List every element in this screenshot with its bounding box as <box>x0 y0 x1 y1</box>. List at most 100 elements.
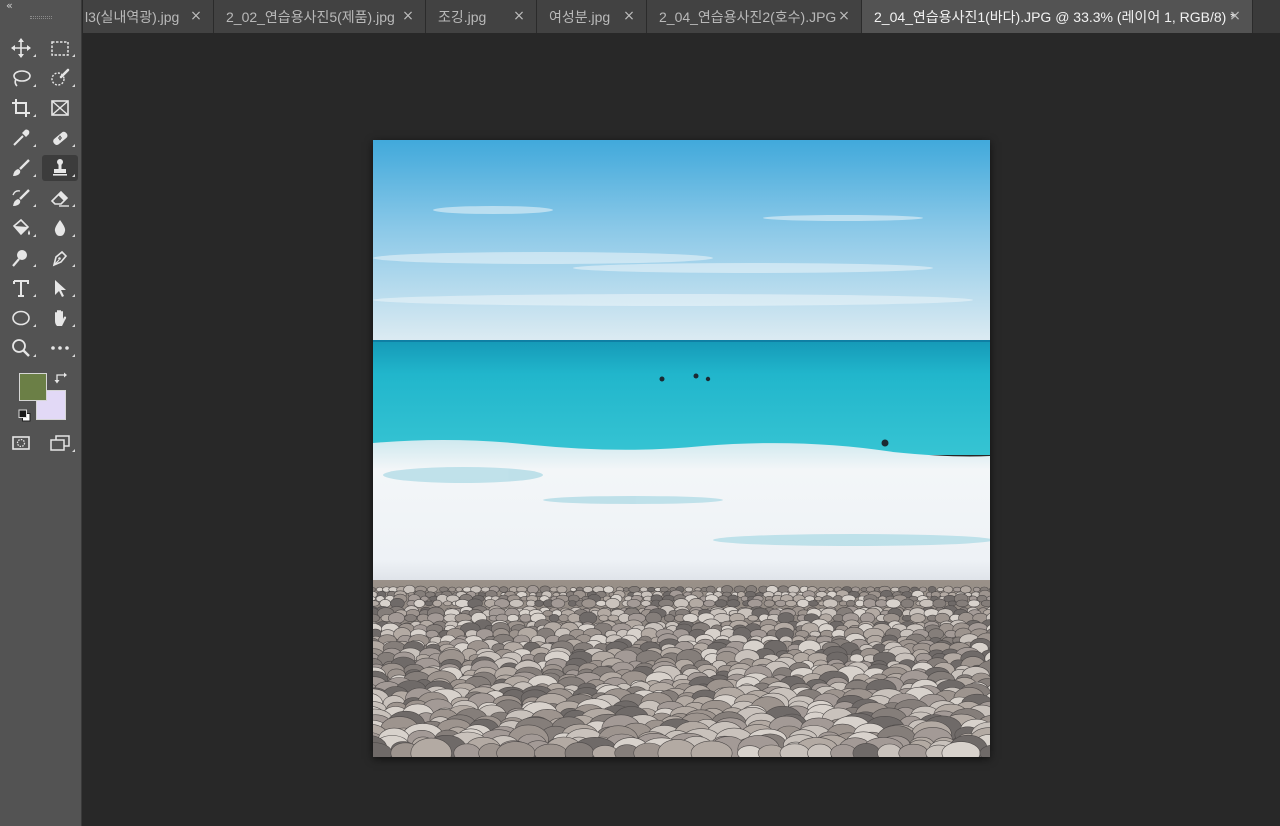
tab-close-icon[interactable]: × <box>189 8 203 24</box>
stamp-icon <box>53 159 67 176</box>
pebble <box>900 598 915 609</box>
tab-close-icon[interactable]: × <box>1228 8 1242 24</box>
document-tab[interactable]: 2_04_연습용사진2(호수).JPG × <box>647 0 862 33</box>
tab-close-icon[interactable]: × <box>622 8 636 24</box>
healing-brush-tool[interactable] <box>42 125 78 151</box>
dodge-tool[interactable] <box>3 245 39 271</box>
ellipse-icon <box>12 310 30 326</box>
type-icon <box>13 280 29 297</box>
canvas-workspace[interactable] <box>83 33 1280 826</box>
ellipse-tool[interactable] <box>3 305 39 331</box>
document-tab[interactable]: 조깅.jpg × <box>426 0 537 33</box>
pebble <box>972 586 981 593</box>
pebble <box>663 614 675 623</box>
pebble <box>567 600 577 607</box>
swap-colors-icon[interactable] <box>54 371 68 385</box>
tab-close-icon[interactable]: × <box>401 8 415 24</box>
pebble <box>455 586 463 593</box>
pebble <box>890 586 900 593</box>
pebble <box>605 597 621 609</box>
document-tab[interactable]: 여성분.jpg × <box>537 0 647 33</box>
paint-bucket-tool[interactable] <box>3 215 39 241</box>
pebble <box>967 599 981 608</box>
dodge-icon <box>12 250 27 267</box>
eraser-tool[interactable] <box>42 185 78 211</box>
pebble <box>952 586 962 593</box>
eyedropper-tool[interactable] <box>3 125 39 151</box>
pebble <box>846 599 856 607</box>
crop-icon <box>12 99 30 117</box>
move-tool[interactable] <box>3 35 39 61</box>
collapse-toolbar-button[interactable]: « <box>6 0 13 11</box>
screen-mode[interactable] <box>42 430 78 456</box>
blur-tool[interactable] <box>42 215 78 241</box>
history-brush-tool[interactable] <box>3 185 39 211</box>
clone-stamp-tool[interactable] <box>42 155 78 181</box>
pen-tool[interactable] <box>42 245 78 271</box>
pebble <box>909 613 926 623</box>
pebble <box>534 599 544 607</box>
pebble <box>684 586 693 593</box>
frame-tool[interactable] <box>42 95 78 121</box>
hand-icon <box>55 310 67 326</box>
pebble <box>581 598 597 609</box>
pebble <box>885 598 901 609</box>
hand-tool[interactable] <box>42 305 78 331</box>
marquee-icon <box>51 41 69 56</box>
pebble <box>932 598 947 609</box>
document-tab[interactable]: 2_02_연습용사진5(제품).jpg × <box>214 0 426 33</box>
pebble <box>763 599 775 608</box>
default-colors-icon[interactable] <box>18 409 31 422</box>
beach-photo <box>373 140 990 757</box>
pebble <box>595 600 607 607</box>
rectangular-marquee-tool[interactable] <box>42 35 78 61</box>
toolbar-grip[interactable] <box>30 16 52 19</box>
pebble <box>703 599 716 608</box>
edit-toolbar[interactable] <box>42 335 78 361</box>
pebbles <box>373 584 990 757</box>
pebble <box>936 587 945 592</box>
type-tool[interactable] <box>3 275 39 301</box>
paint-bucket-icon <box>12 218 30 236</box>
path-selection-tool[interactable] <box>42 275 78 301</box>
history-brush-icon <box>12 189 30 206</box>
pebble <box>818 586 827 592</box>
tab-close-icon[interactable]: × <box>837 8 851 24</box>
tab-label: l3(실내역광).jpg <box>85 8 180 25</box>
sea <box>373 340 990 455</box>
pebble <box>808 600 819 607</box>
pebble <box>424 600 434 607</box>
pebble <box>448 586 456 593</box>
document-tab-active[interactable]: 2_04_연습용사진1(바다).JPG @ 33.3% (레이어 1, RGB/… <box>862 0 1253 33</box>
pebble <box>509 599 524 608</box>
pebble <box>647 586 656 592</box>
pebble <box>548 614 560 623</box>
pebble <box>854 599 865 608</box>
brush-tool[interactable] <box>3 155 39 181</box>
screen-mode-icon <box>50 435 70 451</box>
pebble <box>827 587 834 592</box>
pebble <box>714 599 728 608</box>
quick-mask-mode[interactable] <box>3 430 39 456</box>
sky <box>373 140 990 341</box>
quick-selection-tool[interactable] <box>42 65 78 91</box>
lasso-tool[interactable] <box>3 65 39 91</box>
pebble <box>570 587 577 592</box>
pebble <box>785 599 797 607</box>
pebble <box>432 599 443 608</box>
tools-panel: « <box>0 0 82 826</box>
drop-icon <box>54 220 66 236</box>
pebble <box>556 585 568 594</box>
pebble <box>747 598 763 608</box>
brush-icon <box>13 159 30 176</box>
pebble <box>947 600 957 607</box>
document-tab[interactable]: l3(실내역광).jpg × <box>83 0 214 33</box>
pebble <box>919 598 935 608</box>
foreground-color-swatch[interactable] <box>19 373 47 401</box>
pebble <box>550 598 566 609</box>
document-canvas[interactable] <box>373 140 990 757</box>
crop-tool[interactable] <box>3 95 39 121</box>
eyedropper-icon <box>13 129 30 146</box>
zoom-tool[interactable] <box>3 335 39 361</box>
tab-close-icon[interactable]: × <box>512 8 526 24</box>
